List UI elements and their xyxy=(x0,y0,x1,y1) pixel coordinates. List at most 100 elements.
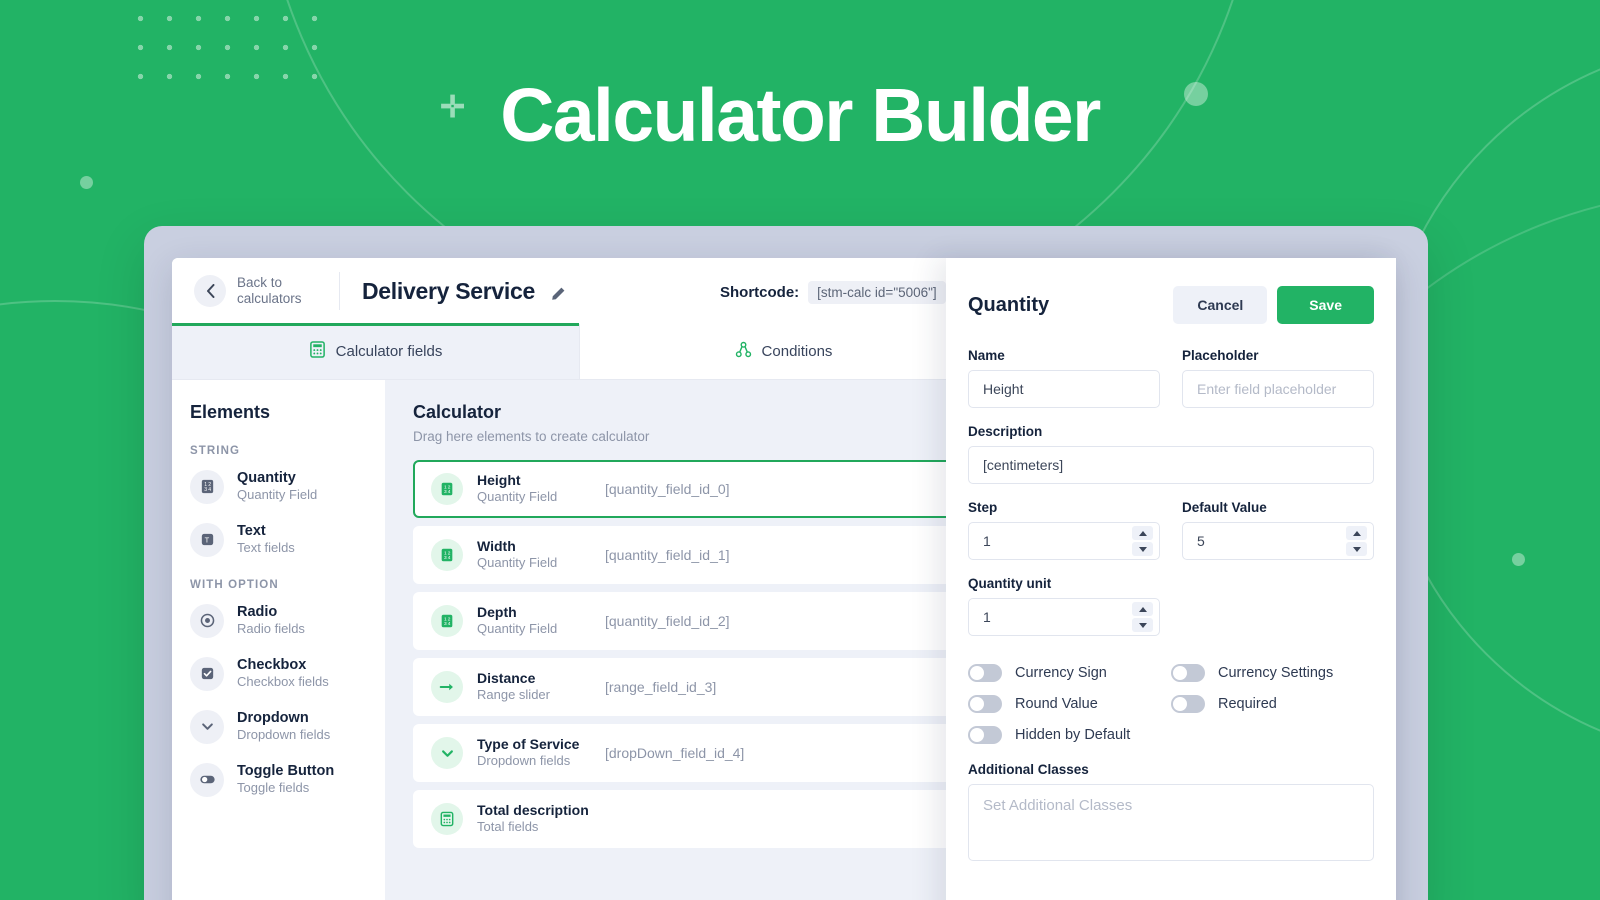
placeholder-field-group: Placeholder xyxy=(1182,348,1374,408)
toggle-hidden-by-default[interactable]: Hidden by Default xyxy=(968,726,1184,744)
quantity-unit-decrement-button[interactable] xyxy=(1132,618,1153,632)
default-value-increment-button[interactable] xyxy=(1346,526,1367,540)
toggle-switch[interactable] xyxy=(968,664,1002,682)
field-type: Quantity Field xyxy=(477,621,558,637)
element-item-checkbox[interactable]: Checkbox Checkbox fields xyxy=(190,656,385,691)
svg-text:4: 4 xyxy=(208,487,211,493)
element-text-wrap: Radio Radio fields xyxy=(237,603,305,638)
back-to-calculators-button[interactable]: Back to calculators xyxy=(194,275,321,307)
default-value-stepper xyxy=(1182,522,1374,560)
description-label: Description xyxy=(968,424,1043,439)
element-text-wrap: Text Text fields xyxy=(237,522,295,557)
stepper-buttons xyxy=(1346,526,1367,556)
field-text-wrap: Height Quantity Field xyxy=(477,472,595,506)
element-name: Checkbox xyxy=(237,657,307,674)
field-name: Distance xyxy=(477,669,536,686)
toggle-row: Hidden by Default xyxy=(968,726,1374,744)
tab-conditions[interactable]: Conditions xyxy=(580,324,988,379)
field-text-wrap: Distance Range slider xyxy=(477,670,595,704)
chevron-down-icon xyxy=(431,737,463,769)
svg-text:4: 4 xyxy=(448,555,451,561)
group-heading-with-option: WITH OPTION xyxy=(190,579,279,592)
element-name: Quantity xyxy=(237,470,296,486)
svg-text:4: 4 xyxy=(448,621,451,627)
radio-icon xyxy=(190,603,224,638)
field-type: Total fields xyxy=(477,819,539,835)
panel-header: Quantity Cancel Save xyxy=(968,286,1374,324)
save-button[interactable]: Save xyxy=(1277,286,1374,324)
dot-pattern xyxy=(126,4,318,80)
description-field-group: Description xyxy=(968,424,1374,484)
field-text-wrap: Type of Service Dropdown fields xyxy=(477,736,595,770)
numbers-icon: 1234 xyxy=(431,539,463,571)
toggle-label: Round Value xyxy=(1015,696,1098,712)
step-stepper xyxy=(968,522,1160,560)
svg-text:3: 3 xyxy=(444,621,447,627)
shortcode-group: Shortcode: [stm-calc id="5006"] xyxy=(720,279,981,305)
element-item-toggle-button[interactable]: Toggle Button Toggle fields xyxy=(190,762,385,797)
step-default-row: Step Default Value xyxy=(968,500,1374,576)
element-text-wrap: Dropdown Dropdown fields xyxy=(237,709,330,744)
element-name: Radio xyxy=(237,604,278,621)
field-name: Total description xyxy=(477,801,589,818)
element-item-text[interactable]: T Text Text fields xyxy=(190,522,385,557)
divider xyxy=(339,272,340,310)
element-item-radio[interactable]: Radio Radio fields xyxy=(190,603,385,638)
toggle-required[interactable]: Required xyxy=(1171,695,1374,713)
svg-text:3: 3 xyxy=(204,487,207,493)
toggle-switch[interactable] xyxy=(968,695,1002,713)
step-label: Step xyxy=(968,500,998,515)
field-type: Dropdown fields xyxy=(477,753,571,769)
toggle-label: Hidden by Default xyxy=(1015,727,1131,743)
toggle-switch[interactable] xyxy=(1171,695,1205,713)
back-button-label: Back to calculators xyxy=(237,274,302,306)
default-value-decrement-button[interactable] xyxy=(1346,542,1367,556)
step-decrement-button[interactable] xyxy=(1132,542,1153,556)
toggle-round-value[interactable]: Round Value xyxy=(968,695,1171,713)
page-title: Delivery Service xyxy=(362,277,535,304)
name-placeholder-row: Name Placeholder xyxy=(968,348,1374,424)
toggle-currency-settings[interactable]: Currency Settings xyxy=(1171,664,1374,682)
cancel-button[interactable]: Cancel xyxy=(1173,286,1268,324)
elements-title: Elements xyxy=(190,402,271,422)
name-label: Name xyxy=(968,348,1005,363)
quantity-unit-increment-button[interactable] xyxy=(1132,602,1153,616)
shortcode-value[interactable]: [stm-calc id="5006"] xyxy=(808,280,946,304)
additional-classes-label: Additional Classes xyxy=(968,762,1089,777)
calculator-title-wrap: Delivery Service xyxy=(362,278,566,305)
additional-classes-group: Additional Classes xyxy=(968,762,1374,866)
numbers-icon: 1234 xyxy=(431,473,463,505)
toggle-row: Currency Sign Currency Settings xyxy=(968,664,1374,682)
field-settings-panel: Quantity Cancel Save Name Placeholder De… xyxy=(946,258,1396,900)
element-name: Dropdown xyxy=(237,710,309,727)
tab-calculator-fields[interactable]: Calculator fields xyxy=(172,323,580,379)
element-subtitle: Text fields xyxy=(237,540,295,556)
field-type: Quantity Field xyxy=(477,489,558,505)
field-type: Quantity Field xyxy=(477,555,558,571)
toggle-switch[interactable] xyxy=(1171,664,1205,682)
svg-text:4: 4 xyxy=(448,489,451,495)
arrow-right-icon xyxy=(431,671,463,703)
element-subtitle: Toggle fields xyxy=(237,780,310,796)
description-input[interactable] xyxy=(968,446,1374,484)
step-increment-button[interactable] xyxy=(1132,526,1153,540)
placeholder-input[interactable] xyxy=(1182,370,1374,408)
page-title: Calculator Bulder xyxy=(500,73,1101,157)
step-field-group: Step xyxy=(968,500,1160,560)
name-input[interactable] xyxy=(968,370,1160,408)
chevron-left-icon xyxy=(194,275,226,307)
field-name: Type of Service xyxy=(477,735,580,752)
element-item-quantity[interactable]: 1234 Quantity Quantity Field xyxy=(190,469,385,504)
element-item-dropdown[interactable]: Dropdown Dropdown fields xyxy=(190,709,385,744)
element-text-wrap: Quantity Quantity Field xyxy=(237,469,317,504)
text-icon: T xyxy=(190,522,224,557)
toggle-switch[interactable] xyxy=(968,726,1002,744)
field-name: Height xyxy=(477,471,521,488)
name-field-group: Name xyxy=(968,348,1160,408)
additional-classes-textarea[interactable] xyxy=(968,784,1374,861)
toggle-currency-sign[interactable]: Currency Sign xyxy=(968,664,1171,682)
pencil-icon[interactable] xyxy=(549,286,566,303)
element-text-wrap: Checkbox Checkbox fields xyxy=(237,656,329,691)
default-value-field-group: Default Value xyxy=(1182,500,1374,560)
